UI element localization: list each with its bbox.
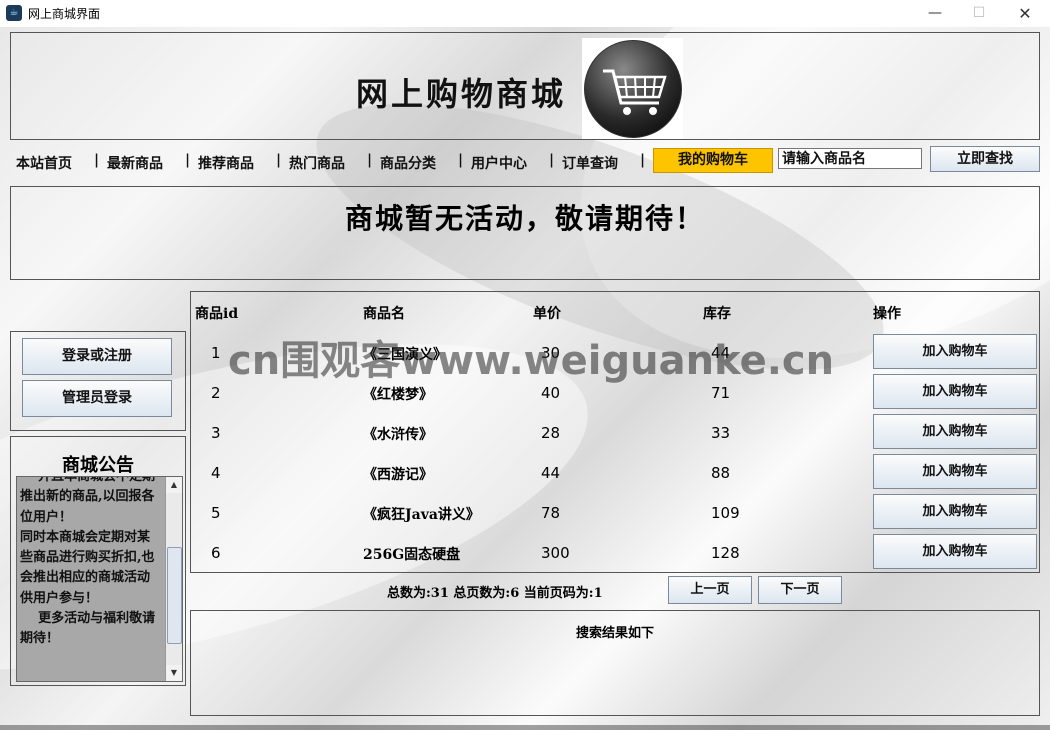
notice-text: 并且本商城会不定期推出新的商品,以回报各位用户！ 同时本商城会定期对某些商品进行…	[20, 476, 156, 647]
table-row: 3 《水浒传》 28 33 加入购物车	[191, 412, 1039, 452]
cell-id: 6	[211, 544, 221, 562]
nav-separator: |	[185, 152, 191, 168]
cell-price: 28	[541, 424, 561, 442]
login-panel: 登录或注册 管理员登录	[10, 331, 186, 431]
scroll-thumb[interactable]	[167, 547, 182, 644]
table-row: 2 《红楼梦》 40 71 加入购物车	[191, 372, 1039, 412]
close-button[interactable]: ✕	[1002, 0, 1048, 27]
nav-separator: |	[367, 152, 373, 168]
cell-stock: 33	[711, 424, 731, 442]
background-console-strip	[0, 725, 1050, 730]
cell-price: 30	[541, 344, 561, 362]
add-to-cart-button[interactable]: 加入购物车	[873, 414, 1037, 449]
notice-panel: 商城公告 并且本商城会不定期推出新的商品,以回报各位用户！ 同时本商城会定期对某…	[10, 436, 186, 686]
header-panel: 网上购物商城	[10, 32, 1040, 140]
nav-user-center[interactable]: 用户中心	[471, 153, 527, 173]
nav-hot[interactable]: 热门商品	[289, 153, 345, 173]
search-input[interactable]: 请输入商品名	[778, 148, 922, 169]
cell-name: 《西游记》	[363, 467, 433, 483]
search-button[interactable]: 立即查找	[930, 146, 1040, 172]
add-to-cart-button[interactable]: 加入购物车	[873, 334, 1037, 369]
window-title: 网上商城界面	[28, 7, 101, 21]
cell-name: 256G固态硬盘	[363, 547, 461, 563]
cell-id: 3	[211, 424, 221, 442]
admin-login-button[interactable]: 管理员登录	[22, 380, 172, 417]
product-table: 商品id 商品名 单价 库存 操作 1 《三国演义》 30 44 加入购物车 2…	[190, 291, 1040, 573]
logo-disc	[584, 40, 682, 138]
cell-price: 300	[541, 544, 570, 562]
activity-panel: 商城暂无活动，敬请期待！	[10, 186, 1040, 280]
site-title: 网上购物商城	[356, 75, 567, 113]
nav-home[interactable]: 本站首页	[16, 153, 72, 173]
add-to-cart-button[interactable]: 加入购物车	[873, 494, 1037, 529]
pagination-info: 总数为:31 总页数为:6 当前页码为:1	[387, 586, 603, 601]
cell-id: 5	[211, 504, 221, 522]
header-product-id: 商品id	[195, 306, 239, 322]
add-to-cart-button[interactable]: 加入购物车	[873, 454, 1037, 489]
window-content: 网上购物商城 本站首页 | 最新商品 | 推荐商品 | 热门商品 | 商品分类 …	[0, 27, 1050, 730]
shopping-cart-logo-icon	[582, 38, 683, 139]
nav-latest[interactable]: 最新商品	[107, 153, 163, 173]
search-result-label: 搜索结果如下	[575, 626, 654, 641]
cell-id: 2	[211, 384, 221, 402]
main-nav: 本站首页 | 最新商品 | 推荐商品 | 热门商品 | 商品分类 | 用户中心 …	[12, 146, 1042, 178]
nav-categories[interactable]: 商品分类	[380, 153, 436, 173]
pagination: 总数为:31 总页数为:6 当前页码为:1 上一页 下一页	[190, 576, 1038, 606]
cell-price: 44	[541, 464, 561, 482]
next-page-button[interactable]: 下一页	[758, 576, 842, 604]
java-app-icon: ☕	[6, 5, 22, 21]
header-action: 操作	[873, 306, 901, 322]
cart-icon	[603, 69, 667, 115]
table-row: 4 《西游记》 44 88 加入购物车	[191, 452, 1039, 492]
cell-price: 40	[541, 384, 561, 402]
my-cart-button[interactable]: 我的购物车	[653, 148, 773, 173]
nav-separator: |	[94, 152, 100, 168]
table-row: 6 256G固态硬盘 300 128 加入购物车	[191, 532, 1039, 572]
add-to-cart-button[interactable]: 加入购物车	[873, 534, 1037, 569]
cell-name: 《疯狂Java讲义》	[363, 507, 480, 523]
header-price: 单价	[533, 306, 561, 322]
header-stock: 库存	[703, 306, 731, 322]
minimize-button[interactable]: —	[912, 0, 958, 27]
header-product-name: 商品名	[363, 306, 405, 322]
nav-recommended[interactable]: 推荐商品	[198, 153, 254, 173]
cell-stock: 109	[711, 504, 740, 522]
cell-name: 《三国演义》	[363, 347, 447, 363]
cell-id: 1	[211, 344, 221, 362]
activity-text: 商城暂无活动，敬请期待！	[344, 202, 705, 235]
cell-name: 《红楼梦》	[363, 387, 433, 403]
nav-separator: |	[276, 152, 282, 168]
nav-orders[interactable]: 订单查询	[562, 153, 618, 173]
cell-stock: 88	[711, 464, 731, 482]
cell-price: 78	[541, 504, 561, 522]
nav-separator: |	[549, 152, 555, 168]
maximize-button[interactable]: ☐	[956, 0, 1002, 27]
table-row: 5 《疯狂Java讲义》 78 109 加入购物车	[191, 492, 1039, 532]
prev-page-button[interactable]: 上一页	[668, 576, 752, 604]
notice-textarea[interactable]: 并且本商城会不定期推出新的商品,以回报各位用户！ 同时本商城会定期对某些商品进行…	[16, 476, 183, 682]
search-result-panel: 搜索结果如下	[190, 610, 1040, 716]
notice-title: 商城公告	[62, 455, 134, 476]
cell-id: 4	[211, 464, 221, 482]
scroll-down-icon[interactable]: ▼	[166, 665, 182, 681]
table-row: 1 《三国演义》 30 44 加入购物车	[191, 332, 1039, 372]
cell-stock: 71	[711, 384, 731, 402]
scroll-up-icon[interactable]: ▲	[166, 477, 182, 493]
cell-name: 《水浒传》	[363, 427, 433, 443]
notice-scrollbar[interactable]: ▲ ▼	[165, 477, 182, 681]
add-to-cart-button[interactable]: 加入购物车	[873, 374, 1037, 409]
title-bar: ☕ 网上商城界面 — ☐ ✕	[0, 0, 1050, 27]
nav-separator: |	[458, 152, 464, 168]
nav-separator: |	[640, 152, 646, 168]
cell-stock: 128	[711, 544, 740, 562]
cell-stock: 44	[711, 344, 731, 362]
login-register-button[interactable]: 登录或注册	[22, 338, 172, 375]
